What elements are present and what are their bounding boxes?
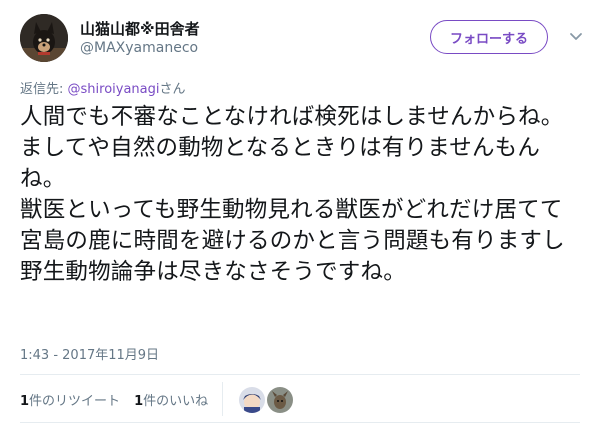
liker-avatar-2[interactable] — [267, 387, 293, 413]
reply-target-link[interactable]: @shiroiyanagi — [68, 82, 160, 97]
retweet-label: 件のリツイート — [29, 393, 121, 409]
tweet-header: 山猫山都※田舎者 @MAXyamaneco フォローする — [20, 14, 582, 62]
tweet-text: 人間でも不審なことなければ検死はしませんからね。ましてや自然の動物となるときりは… — [20, 104, 565, 285]
stats-separator — [222, 382, 223, 416]
reply-suffix: さん — [159, 82, 186, 97]
author-handle[interactable]: @MAXyamaneco — [80, 40, 198, 56]
like-count: 1 — [134, 393, 144, 409]
follow-button[interactable]: フォローする — [430, 20, 548, 54]
tweet-timestamp[interactable]: 1:43 - 2017年11月9日 — [20, 344, 159, 363]
like-label: 件のいいね — [143, 393, 209, 409]
tweet-stats: 1件のリツイート 1件のいいね — [20, 386, 222, 412]
deer-avatar-icon — [267, 387, 293, 413]
author-name[interactable]: 山猫山都※田舎者 — [80, 18, 200, 39]
like-stat[interactable]: 1件のいいね — [134, 390, 208, 409]
retweet-stat[interactable]: 1件のリツイート — [20, 390, 120, 409]
divider-bottom — [20, 422, 580, 423]
author-avatar[interactable] — [20, 14, 68, 62]
follow-button-label: フォローする — [449, 31, 528, 47]
liker-avatar-1[interactable] — [239, 387, 265, 413]
reply-prefix: 返信先: — [20, 82, 68, 97]
reply-context: 返信先: @shiroiyanagiさん — [20, 78, 186, 97]
anime-character-avatar-icon — [239, 387, 265, 413]
shiba-dog-avatar-icon — [20, 14, 68, 62]
retweet-count: 1 — [20, 393, 30, 409]
divider-top — [20, 374, 580, 375]
chevron-down-icon[interactable] — [568, 28, 584, 44]
